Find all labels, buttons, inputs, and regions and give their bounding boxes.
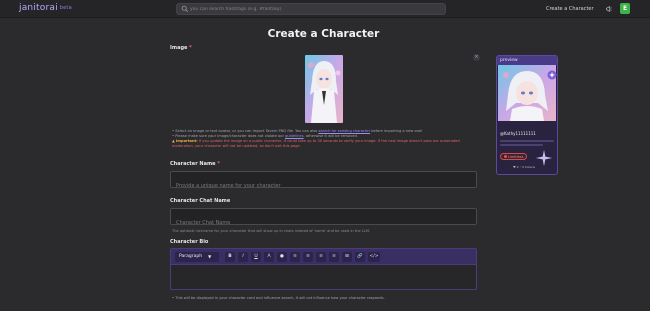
preview-card: preview @Kathy11111111 Limitless ♥ 0 ◦ 0… [496,55,558,175]
character-chat-name-label: Character Chat Name [170,198,231,204]
align-right-button[interactable]: ≡ [316,251,326,262]
beta-badge: beta [59,5,72,11]
character-image[interactable] [305,55,343,123]
search-icon [181,5,189,13]
bold-button[interactable]: B [225,251,235,262]
create-character-link[interactable]: Create a Character [546,6,594,12]
code-button[interactable]: </> [368,251,380,262]
preview-stats: ♥ 0 ◦ 0 tokens [513,165,536,169]
character-name-field[interactable] [170,171,477,194]
image-notes: • Select an image or text avatar, or you… [172,129,477,149]
search-input[interactable] [190,4,440,14]
link-button[interactable]: 🔗 [355,251,365,262]
align-left-button[interactable]: ≡ [290,251,300,262]
guidelines-link[interactable]: guidelines [285,134,303,138]
bio-text-area[interactable] [171,265,476,289]
character-name-label: Character Name * [170,161,220,167]
bio-editor[interactable]: Paragraph ▼ B I U A ● ≡ ≡ ≡ ≡ ⊞ 🔗 </> [170,248,477,290]
user-avatar-button[interactable]: E [620,3,630,14]
preview-creator: @Kathy11111111 [500,131,536,136]
paragraph-select[interactable]: Paragraph ▼ [175,251,219,262]
sparkle-icon [547,70,557,80]
preview-bio-lines [500,140,554,148]
align-center-button[interactable]: ≡ [303,251,313,262]
page-title: Create a Character [267,28,380,40]
align-justify-button[interactable]: ≡ [329,251,339,262]
chat-name-help: The optional nickname for your character… [172,229,371,233]
text-color-button[interactable]: A [264,251,274,262]
star-sparkle-icon [535,149,553,167]
italic-button[interactable]: I [238,251,248,262]
search-existing-link[interactable]: search for existing character [318,129,370,133]
chevron-down-icon: ▼ [208,254,212,259]
image-insert-button[interactable]: ⊞ [342,251,352,262]
top-navbar: janitoraibeta Create a Character E [0,0,650,18]
search-bar[interactable] [176,3,446,15]
remove-image-button[interactable]: × [473,54,480,61]
editor-toolbar: Paragraph ▼ B I U A ● ≡ ≡ ≡ ≡ ⊞ 🔗 </> [171,249,476,265]
highlight-button[interactable]: ● [277,251,287,262]
character-bio-label: Character Bio [170,239,209,245]
character-chat-name-field[interactable] [170,208,477,231]
limitless-badge: Limitless [500,153,528,160]
image-label: Image * [170,45,192,51]
character-name-input[interactable] [171,178,476,194]
bio-help: • This will be displayed in your charact… [172,296,385,300]
underline-button[interactable]: U [251,251,261,262]
image-note-3: ▲ Important: If you update the image on … [172,139,460,148]
site-logo[interactable]: janitorai beta [19,3,72,13]
preview-header: preview [497,56,557,65]
notification-icon[interactable] [605,5,613,13]
warning-icon: ▲ [172,139,175,143]
character-portrait-icon [305,55,343,123]
